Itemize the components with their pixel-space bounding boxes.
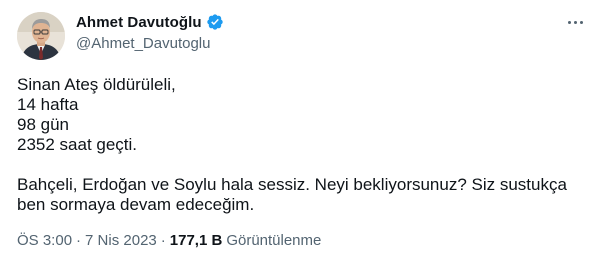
tweet-line: Sinan Ateş öldürüleli, (17, 75, 176, 94)
tweet-text: Sinan Ateş öldürüleli, 14 hafta 98 gün 2… (17, 75, 587, 215)
tweet-meta: ÖS 3:00 · 7 Nis 2023 · 177,1 B Görüntüle… (17, 232, 321, 249)
tweet-line: ben sormaya devam edeceğim. (17, 195, 255, 214)
tweet-card: Ahmet Davutoğlu @Ahmet_Davutoglu Sinan A… (0, 0, 605, 261)
verified-badge-icon[interactable] (206, 13, 224, 31)
tweet-time[interactable]: ÖS 3:00 (17, 232, 72, 249)
avatar[interactable] (17, 12, 65, 60)
author-name-row: Ahmet Davutoğlu (76, 12, 224, 32)
views-label[interactable]: Görüntülenme (226, 232, 321, 249)
more-options-icon[interactable] (563, 10, 587, 34)
tweet-line: 14 hafta (17, 95, 79, 114)
meta-separator: · (160, 232, 166, 249)
tweet-line: 98 gün (17, 115, 69, 134)
tweet-line: Bahçeli, Erdoğan ve Soylu hala sessiz. N… (17, 175, 567, 194)
views-count[interactable]: 177,1 B (170, 232, 223, 249)
tweet-date[interactable]: 7 Nis 2023 (85, 232, 157, 249)
author-name[interactable]: Ahmet Davutoğlu (76, 14, 202, 31)
author-block: Ahmet Davutoğlu @Ahmet_Davutoglu (76, 12, 224, 52)
meta-separator: · (76, 232, 82, 249)
author-handle[interactable]: @Ahmet_Davutoglu (76, 35, 224, 52)
tweet-line: 2352 saat geçti. (17, 135, 138, 154)
avatar-portrait-image (17, 12, 65, 60)
